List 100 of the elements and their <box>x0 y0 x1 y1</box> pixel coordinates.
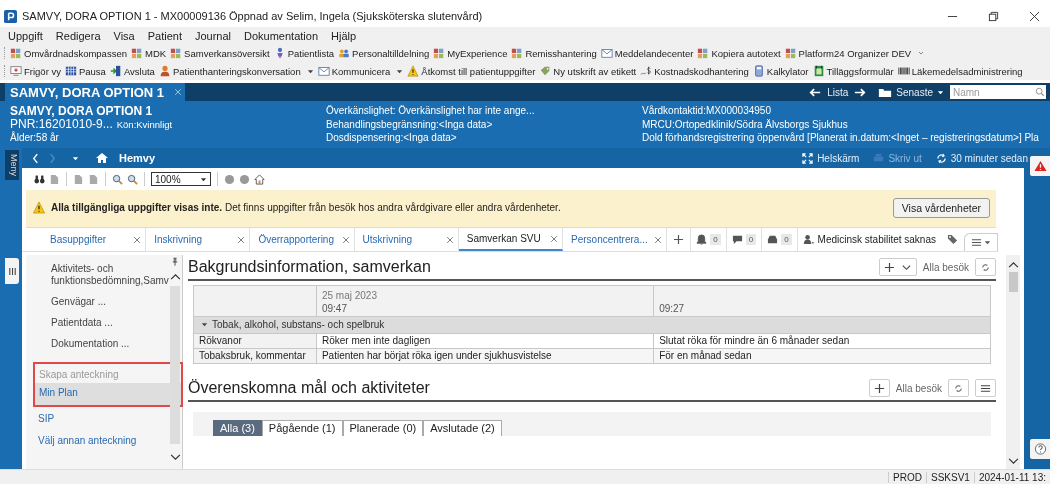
menu-tab[interactable]: Meny <box>5 150 19 180</box>
back-icon[interactable] <box>32 152 39 164</box>
toolbar-button[interactable]: Personaltilldelning <box>338 45 430 61</box>
column-date: 25 maj 2023 <box>321 289 378 302</box>
toolbar-button[interactable]: Kostnadskodhantering <box>640 63 749 79</box>
menu-item[interactable]: Visa <box>113 29 135 42</box>
folder-icon <box>878 86 893 98</box>
toolbar-button[interactable]: Pausa <box>64 63 106 79</box>
toolbar-button[interactable]: Patienthanteringskonversation <box>158 63 314 79</box>
list-link[interactable]: Lista <box>827 86 849 98</box>
alert-button[interactable] <box>1030 156 1050 176</box>
toolbar-button[interactable]: Avsluta <box>109 63 155 79</box>
restore-icon[interactable] <box>988 10 999 22</box>
scroll-up-icon[interactable] <box>169 273 181 280</box>
toolbar-button[interactable]: Tilläggsformulär <box>812 63 894 79</box>
refresh-button[interactable] <box>948 379 969 397</box>
recent-button[interactable]: Senaste <box>878 86 944 98</box>
filter-tab[interactable]: Planerade (0) <box>342 420 424 436</box>
toolbar-button[interactable]: Remisshantering <box>511 45 597 61</box>
menu-item[interactable]: Patient <box>147 29 182 42</box>
tab[interactable]: Inskrivning <box>146 228 251 251</box>
side-panel-item[interactable]: Genvägar ... <box>26 293 169 314</box>
note-link[interactable]: Välj annan anteckning <box>26 431 169 453</box>
refresh-button[interactable]: 30 minuter sedan <box>935 152 1028 164</box>
barcode-icon <box>897 65 910 77</box>
caret-down-icon <box>201 321 208 328</box>
bell-icon[interactable] <box>696 234 708 245</box>
patient-name: SAMVY, DORA OPTION 1 <box>10 104 154 118</box>
zoom-out-icon[interactable] <box>112 173 123 185</box>
zoom-in-icon[interactable] <box>127 173 138 185</box>
toolbar-button[interactable]: MyExperience <box>433 45 508 61</box>
toolbar-button[interactable]: Platform24 Organizer DEV <box>784 45 912 61</box>
toolbar-button[interactable]: Åtkomst till patientuppgifter <box>407 63 536 79</box>
zoom-dropdown[interactable]: 100% <box>151 172 211 186</box>
side-panel-item[interactable]: Patientdata ... <box>26 314 169 335</box>
note-link[interactable]: Min Plan <box>35 383 181 405</box>
breadcrumb[interactable]: Hemvy <box>119 152 156 164</box>
filter-tab[interactable]: Pågående (1) <box>261 420 343 436</box>
menu-button[interactable] <box>975 379 996 397</box>
refresh-button[interactable] <box>975 258 996 276</box>
filter-tab[interactable]: Alla (3) <box>213 420 262 436</box>
add-button[interactable] <box>868 379 890 397</box>
menu-item[interactable]: Journal <box>194 29 232 42</box>
home-icon[interactable] <box>95 152 109 164</box>
menu-tab[interactable] <box>964 233 998 251</box>
help-button[interactable] <box>1030 439 1050 459</box>
show-units-button[interactable]: Visa vårdenheter <box>892 197 990 218</box>
search-field[interactable]: Namn <box>950 85 1034 99</box>
tab[interactable]: Samverkan SVU <box>458 228 563 251</box>
menu-item[interactable]: Dokumentation <box>244 29 319 42</box>
circle-icon[interactable] <box>239 173 250 185</box>
note-link[interactable]: SIP <box>26 409 169 431</box>
menu-item[interactable]: Redigera <box>55 29 101 42</box>
toolbar-button[interactable]: MDK <box>130 45 167 61</box>
pin-icon[interactable] <box>172 257 179 267</box>
add-button[interactable] <box>878 258 917 276</box>
help-icon <box>1033 443 1047 455</box>
tab[interactable]: Överrapportering <box>250 228 355 251</box>
plus-icon <box>883 261 895 273</box>
tab[interactable]: Utskrivning <box>354 228 459 251</box>
side-panel-item[interactable]: Dokumentation ... <box>26 335 169 356</box>
visits-filter[interactable]: Alla besök <box>922 261 969 273</box>
binoculars-icon[interactable] <box>34 173 45 185</box>
circle-icon[interactable] <box>224 173 235 185</box>
tab[interactable]: Personcentrera... <box>563 228 668 251</box>
toolbar-button[interactable]: Ny utskrift av etikett <box>539 63 637 79</box>
scrollbar-thumb[interactable] <box>1008 272 1018 292</box>
toolbar-button[interactable]: Läkemedelsadministrering <box>897 63 1023 79</box>
scroll-down-icon[interactable] <box>1007 458 1019 465</box>
tab[interactable]: Basuppgifter <box>42 228 147 251</box>
scroll-down-icon[interactable] <box>169 454 181 461</box>
speech-bubble-icon[interactable] <box>731 234 743 245</box>
toolbar-button[interactable]: Omvårdnadskompassen <box>10 45 127 61</box>
close-icon[interactable] <box>1029 10 1040 22</box>
filter-tab[interactable]: Avslutade (2) <box>423 420 502 436</box>
plus-icon[interactable] <box>673 234 685 245</box>
visits-filter[interactable]: Alla besök <box>895 382 942 394</box>
house-icon[interactable] <box>254 173 265 185</box>
toolbar-button[interactable]: Kommunicera <box>317 63 404 79</box>
tag-icon[interactable] <box>947 234 958 245</box>
panel-handle[interactable] <box>5 258 19 284</box>
fullscreen-button[interactable]: Helskärm <box>802 152 860 164</box>
banner-text: Vårdkontaktid:MX000034950 <box>642 104 772 118</box>
toolbar-button[interactable]: Frigör vy <box>10 63 61 79</box>
scroll-up-icon[interactable] <box>1007 261 1019 268</box>
menu-item[interactable]: Hjälp <box>331 29 357 42</box>
overflow-icon[interactable] <box>917 49 926 57</box>
toolbar-button[interactable]: Meddelandecenter <box>600 45 694 61</box>
arrow-right-icon[interactable] <box>854 87 867 97</box>
patient-tab[interactable]: SAMVY, DORA OPTION 1 <box>5 83 185 101</box>
section-title: Bakgrundsinformation, samverkan <box>188 258 432 276</box>
inbox-icon[interactable] <box>767 234 779 245</box>
toolbar-button[interactable]: Patientlista <box>273 45 335 61</box>
menu-item[interactable]: Uppgift <box>8 29 43 42</box>
toolbar-button[interactable]: Kalkylator <box>752 63 809 79</box>
side-panel-item[interactable]: Aktivitets- och funktionsbedömning,Samv <box>26 263 169 293</box>
toolbar-button[interactable]: Samverkansöversikt <box>170 45 270 61</box>
arrow-left-icon[interactable] <box>809 87 822 97</box>
scrollbar-thumb[interactable] <box>170 286 181 444</box>
toolbar-button[interactable]: Kopiera autotext <box>697 45 781 61</box>
